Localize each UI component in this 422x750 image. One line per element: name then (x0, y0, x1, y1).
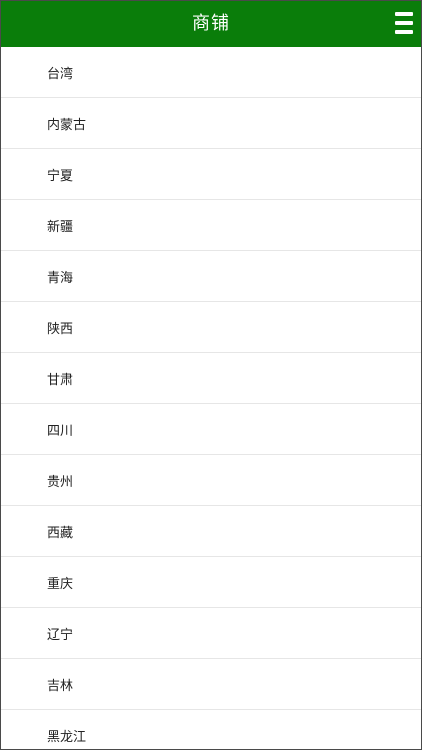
menu-bar-bottom (395, 30, 413, 34)
list-item[interactable]: 内蒙古 (1, 98, 421, 149)
list-item[interactable]: 宁夏 (1, 149, 421, 200)
header-bar: 商铺 (1, 1, 421, 47)
list-item[interactable]: 新疆 (1, 200, 421, 251)
list-item-label: 甘肃 (47, 372, 74, 388)
list-item-label: 黑龙江 (47, 729, 87, 745)
page-title: 商铺 (192, 13, 230, 34)
list-item[interactable]: 吉林 (1, 659, 421, 710)
menu-bar-middle (395, 21, 413, 25)
list-item-label: 四川 (47, 423, 74, 439)
list-item-label: 青海 (47, 270, 74, 286)
list-item-label: 陕西 (47, 321, 74, 337)
list-item-label: 内蒙古 (47, 117, 87, 133)
list-item[interactable]: 重庆 (1, 557, 421, 608)
list-item-label: 重庆 (47, 576, 74, 592)
list-item[interactable]: 黑龙江 (1, 710, 421, 749)
list-item[interactable]: 贵州 (1, 455, 421, 506)
list-item-label: 台湾 (47, 66, 74, 82)
list-item-label: 新疆 (47, 219, 74, 235)
list-item-label: 辽宁 (47, 627, 74, 643)
list-item-label: 贵州 (47, 474, 74, 490)
region-list: 台湾 内蒙古 宁夏 新疆 青海 陕西 甘肃 四川 贵州 西藏 重庆 辽宁 吉林 … (1, 47, 421, 749)
list-item-label: 吉林 (47, 678, 74, 694)
list-item[interactable]: 甘肃 (1, 353, 421, 404)
list-item[interactable]: 辽宁 (1, 608, 421, 659)
list-item-label: 西藏 (47, 525, 74, 541)
list-item-label: 宁夏 (47, 168, 74, 184)
hamburger-menu-icon[interactable] (393, 11, 415, 37)
app-screen: 商铺 台湾 内蒙古 宁夏 新疆 青海 陕西 甘肃 四川 贵州 西藏 重庆 辽宁 … (0, 0, 422, 750)
list-item[interactable]: 青海 (1, 251, 421, 302)
list-item[interactable]: 陕西 (1, 302, 421, 353)
menu-bar-top (395, 12, 413, 16)
list-item[interactable]: 西藏 (1, 506, 421, 557)
list-item[interactable]: 四川 (1, 404, 421, 455)
list-item[interactable]: 台湾 (1, 47, 421, 98)
